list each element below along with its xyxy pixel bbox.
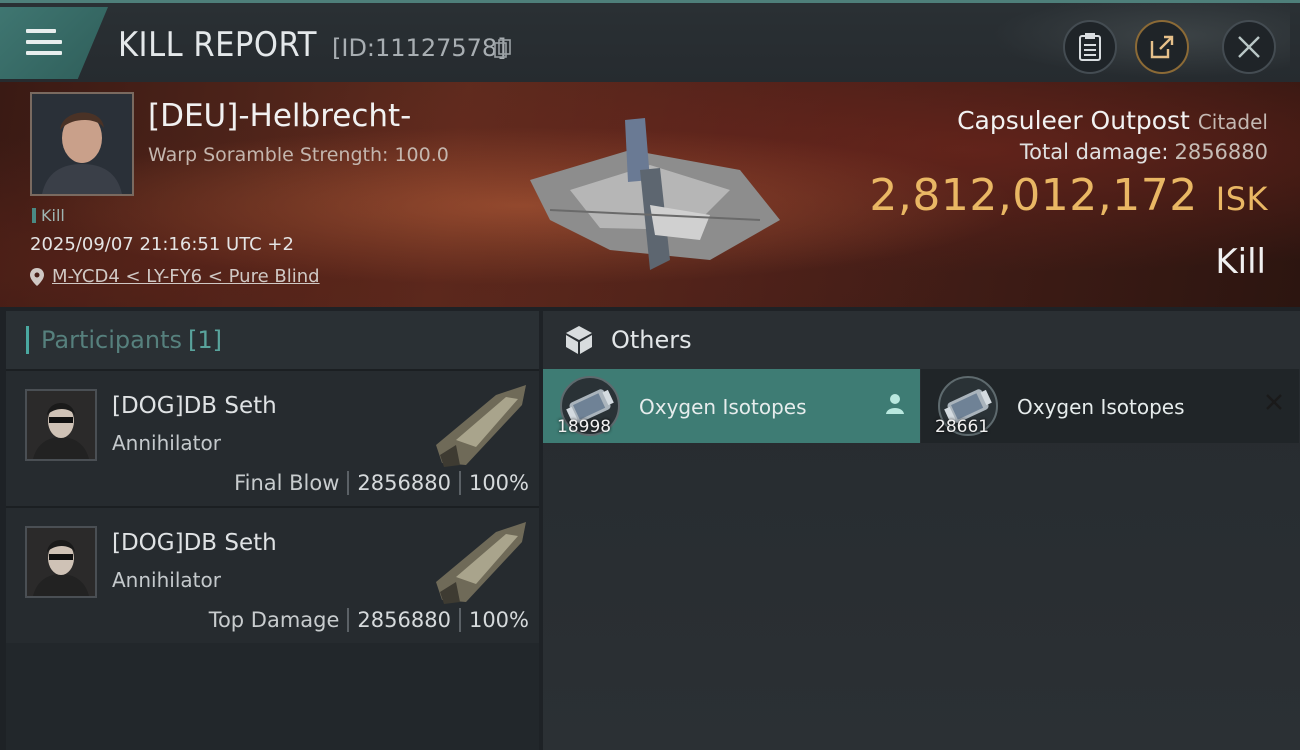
kill-tag-label: Kill xyxy=(41,206,65,225)
total-damage-label: Total damage: xyxy=(1019,140,1169,164)
participant-name[interactable]: [DOG]DB Seth xyxy=(112,393,277,419)
participant-stats: Final Blow 2856880 100% xyxy=(234,471,529,495)
participant-damage: 2856880 xyxy=(357,608,451,632)
copy-icon[interactable] xyxy=(494,39,512,59)
item-name: Oxygen Isotopes xyxy=(639,395,807,419)
menu-button[interactable] xyxy=(0,7,108,79)
kill-tag: Kill xyxy=(32,206,65,225)
item-quantity: 28661 xyxy=(935,417,990,437)
participants-panel: Participants [1] [DOG]DB Seth Annihilato… xyxy=(6,311,539,750)
destroyed-x-icon xyxy=(1266,394,1282,410)
header-bar: KILL REPORT [ID:11127578] xyxy=(0,0,1300,85)
item-quantity: 18998 xyxy=(557,417,612,437)
result-label: Kill xyxy=(1215,242,1266,282)
share-icon xyxy=(1150,35,1174,59)
others-title: Others xyxy=(611,326,692,354)
participant-ship: Annihilator xyxy=(112,568,221,592)
participants-accent-bar xyxy=(26,326,29,354)
participant-avatar[interactable] xyxy=(25,526,97,598)
report-id: [ID:11127578] xyxy=(332,34,507,62)
participant-percent: 100% xyxy=(468,608,529,632)
participant-ship-image[interactable] xyxy=(426,375,536,471)
participants-title: Participants xyxy=(41,326,182,354)
clipboard-icon xyxy=(1079,33,1101,61)
structure-image[interactable] xyxy=(510,110,790,280)
participant-row[interactable]: [DOG]DB Seth Annihilator Final Blow 2856… xyxy=(6,369,539,506)
participant-portrait-image xyxy=(27,391,95,459)
participant-avatar[interactable] xyxy=(25,389,97,461)
warp-scramble-text: Warp Soramble Strength: 100.0 xyxy=(148,144,449,166)
others-panel: Others 18998 Oxygen Isotopes 28661 Oxyge… xyxy=(543,311,1300,750)
total-damage: Total damage: 2856880 xyxy=(1020,140,1268,164)
stats-separator xyxy=(458,608,461,632)
participant-role: Top Damage xyxy=(208,608,340,632)
isk-amount: 2,812,012,172 xyxy=(869,170,1198,221)
participant-portrait-image xyxy=(27,528,95,596)
structure-class: Citadel xyxy=(1197,110,1268,134)
menu-icon xyxy=(26,29,62,59)
participant-name[interactable]: [DOG]DB Seth xyxy=(112,530,277,556)
close-icon xyxy=(1238,36,1260,58)
item-slot[interactable]: 18998 Oxygen Isotopes xyxy=(543,369,920,443)
isk-unit: ISK xyxy=(1215,180,1268,218)
structure-type: Capsuleer Outpost xyxy=(957,106,1190,135)
participant-stats: Top Damage 2856880 100% xyxy=(209,608,529,632)
others-header: Others xyxy=(543,311,1300,369)
location-pin-icon xyxy=(30,267,44,286)
others-item-list: 18998 Oxygen Isotopes 28661 Oxygen Isoto… xyxy=(543,369,1300,443)
character-portrait-image xyxy=(32,94,132,194)
stats-separator xyxy=(347,471,350,495)
stats-separator xyxy=(458,471,461,495)
stats-separator xyxy=(347,608,350,632)
victim-name[interactable]: [DEU]-Helbrecht- xyxy=(148,98,411,134)
item-slot[interactable]: 28661 Oxygen Isotopes xyxy=(921,369,1299,443)
participant-role: Final Blow xyxy=(234,471,340,495)
person-icon xyxy=(886,394,904,414)
total-damage-value: 2856880 xyxy=(1174,140,1268,164)
cube-icon xyxy=(566,326,592,354)
kill-banner: [DEU]-Helbrecht- Warp Soramble Strength:… xyxy=(0,82,1300,307)
participants-header[interactable]: Participants [1] xyxy=(6,311,539,369)
victim-portrait[interactable] xyxy=(30,92,134,196)
page-title: KILL REPORT xyxy=(118,25,317,65)
item-name: Oxygen Isotopes xyxy=(1017,395,1185,419)
participant-ship-image[interactable] xyxy=(426,512,536,608)
close-button[interactable] xyxy=(1222,20,1276,74)
clipboard-button[interactable] xyxy=(1063,20,1117,74)
location-text[interactable]: M-YCD4 < LY-FY6 < Pure Blind xyxy=(52,266,320,287)
participant-ship: Annihilator xyxy=(112,431,221,455)
isk-value: 2,812,012,172 ISK xyxy=(869,170,1268,221)
participant-percent: 100% xyxy=(468,471,529,495)
structure-name: Capsuleer Outpost Citadel xyxy=(957,106,1268,135)
share-button[interactable] xyxy=(1135,20,1189,74)
location-link[interactable]: M-YCD4 < LY-FY6 < Pure Blind xyxy=(30,266,320,287)
participants-count: [1] xyxy=(187,326,222,354)
participant-row[interactable]: [DOG]DB Seth Annihilator Top Damage 2856… xyxy=(6,506,539,643)
participant-damage: 2856880 xyxy=(357,471,451,495)
kill-timestamp: 2025/09/07 21:16:51 UTC +2 xyxy=(30,234,294,255)
